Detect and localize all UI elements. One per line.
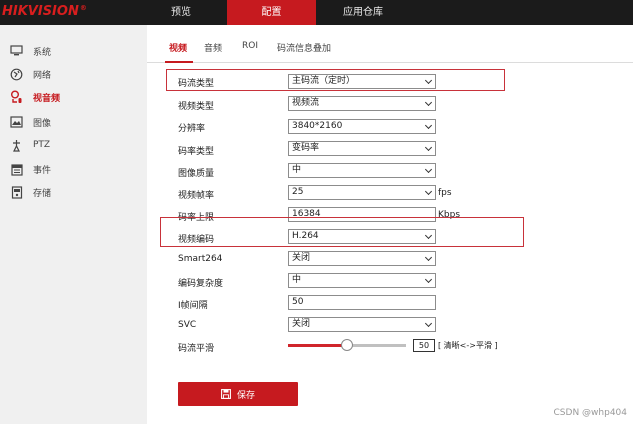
svc-label: SVC [178, 320, 197, 330]
tab-audio[interactable]: 音频 [204, 41, 222, 54]
sidebar-item-event[interactable]: 事件 [0, 158, 147, 180]
ptz-icon [10, 139, 23, 152]
storage-icon [10, 185, 23, 199]
save-button-label: 保存 [236, 390, 255, 401]
sidebar-item-storage[interactable]: 存储 [0, 181, 147, 203]
bitrate-type-label: 码率类型 [178, 147, 215, 157]
tab-stream-info-overlay[interactable]: 码流信息叠加 [277, 41, 331, 54]
save-button[interactable]: 保存 [178, 382, 298, 406]
sidebar-item-ptz[interactable]: PTZ [0, 134, 147, 156]
stream-smoothing-slider[interactable] [288, 339, 406, 351]
calendar-icon [10, 163, 23, 176]
i-frame-interval-input[interactable]: 50 [288, 295, 436, 310]
sidebar-item-label: 视音频 [33, 93, 61, 104]
image-icon [10, 116, 23, 129]
bitrate-type-select[interactable]: 变码率 [288, 141, 436, 156]
sidebar-item-system[interactable]: 系统 [0, 40, 147, 62]
stream-smoothing-value[interactable]: 50 [413, 339, 435, 352]
svc-select[interactable]: 关闭 [288, 317, 436, 332]
image-quality-select[interactable]: 中 [288, 163, 436, 178]
monitor-icon [10, 45, 23, 58]
subtab-bar: 视频 音频 ROI 码流信息叠加 [147, 25, 633, 63]
slider-thumb[interactable] [341, 339, 353, 351]
hikvision-logo: HIKVISION® [2, 4, 87, 19]
frame-rate-label: 视频帧率 [178, 191, 215, 201]
camera-mic-icon [10, 90, 23, 104]
smart264-label: Smart264 [178, 254, 223, 264]
encoding-complexity-label: 编码复杂度 [178, 279, 224, 289]
highlight-video-encoding [160, 217, 524, 247]
sidebar-item-label: PTZ [33, 140, 51, 150]
sidebar-item-network[interactable]: 网络 [0, 63, 147, 85]
sidebar-item-label: 存储 [33, 188, 52, 199]
frame-rate-select[interactable]: 25 [288, 185, 436, 200]
sidebar-item-video-audio[interactable]: 视音频 [0, 86, 147, 108]
i-frame-interval-label: I帧间隔 [178, 301, 208, 311]
sidebar: 系统 网络 视音频 图像 PTZ 事件 存储 [0, 25, 147, 424]
globe-icon [10, 68, 23, 81]
stream-smoothing-label: 码流平滑 [178, 344, 215, 354]
sidebar-item-label: 事件 [33, 165, 52, 176]
resolution-select[interactable]: 3840*2160 [288, 119, 436, 134]
tab-video[interactable]: 视频 [169, 41, 187, 54]
image-quality-label: 图像质量 [178, 169, 215, 179]
sidebar-item-label: 系统 [33, 47, 52, 58]
smart264-select[interactable]: 关闭 [288, 251, 436, 266]
stream-smoothing-hint: [ 清晰<->平滑 ] [438, 341, 498, 350]
top-bar: HIKVISION® 预览 配置 应用仓库 [0, 0, 633, 25]
frame-rate-unit: fps [438, 188, 452, 198]
tab-configuration[interactable]: 配置 [227, 0, 316, 25]
sidebar-item-label: 图像 [33, 118, 52, 129]
highlight-stream-type [166, 69, 505, 91]
sidebar-item-image[interactable]: 图像 [0, 111, 147, 133]
tab-roi[interactable]: ROI [242, 41, 258, 51]
tab-app-store[interactable]: 应用仓库 [316, 0, 410, 25]
tab-preview[interactable]: 预览 [135, 0, 227, 25]
resolution-label: 分辨率 [178, 124, 206, 134]
active-tab-indicator [165, 61, 193, 63]
video-type-select[interactable]: 视频流 [288, 96, 436, 111]
watermark: CSDN @whp404 [553, 408, 627, 418]
sidebar-item-label: 网络 [33, 70, 52, 81]
floppy-disk-icon [221, 389, 231, 399]
slider-fill [288, 344, 347, 347]
video-type-label: 视频类型 [178, 102, 215, 112]
encoding-complexity-select[interactable]: 中 [288, 273, 436, 288]
